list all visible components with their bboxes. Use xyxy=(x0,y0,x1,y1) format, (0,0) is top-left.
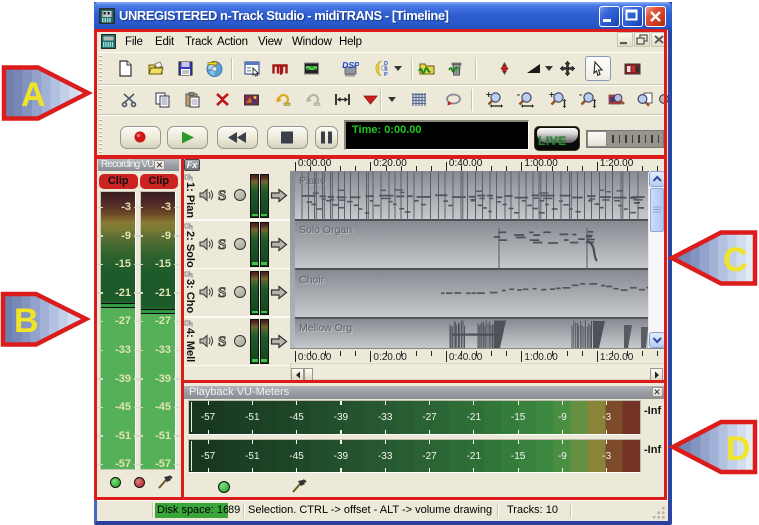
svg-text:A: A xyxy=(21,76,46,114)
svg-text:B: B xyxy=(14,302,39,340)
svg-text:D: D xyxy=(726,430,751,468)
svg-text:C: C xyxy=(723,241,748,279)
